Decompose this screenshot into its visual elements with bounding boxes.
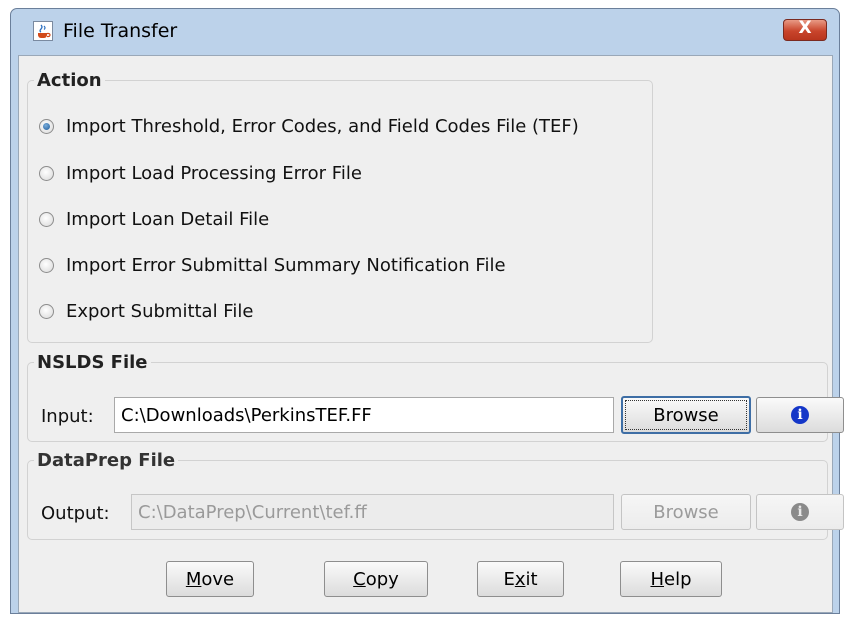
input-label: Input: xyxy=(41,406,94,427)
exit-mnemonic: x xyxy=(514,568,526,590)
nslds-legend: NSLDS File xyxy=(37,352,148,373)
title-bar[interactable]: File Transfer X xyxy=(11,9,839,54)
radio-import-tef[interactable]: Import Threshold, Error Codes, and Field… xyxy=(39,113,579,139)
dataprep-info-button[interactable]: i xyxy=(756,494,844,530)
copy-label-rest: opy xyxy=(365,568,399,590)
close-icon: X xyxy=(798,18,812,38)
move-label-rest: ove xyxy=(201,568,235,590)
help-button[interactable]: Help xyxy=(620,561,722,597)
radio-label: Import Load Processing Error File xyxy=(66,162,362,184)
file-transfer-window: File Transfer X Action Import Threshold,… xyxy=(10,8,844,614)
radio-button-icon[interactable] xyxy=(39,211,54,227)
exit-label-pre: E xyxy=(503,568,515,590)
move-mnemonic: M xyxy=(185,568,202,590)
exit-button[interactable]: Ex it xyxy=(477,561,564,597)
radio-export-submittal[interactable]: Export Submittal File xyxy=(39,298,253,324)
radio-import-loan-detail[interactable]: Import Loan Detail File xyxy=(39,206,269,232)
move-button[interactable]: Move xyxy=(166,561,254,597)
info-icon: i xyxy=(791,503,809,521)
nslds-input-field[interactable] xyxy=(114,397,614,433)
nslds-browse-button[interactable]: Browse xyxy=(621,396,751,434)
exit-label-post: it xyxy=(525,568,538,590)
radio-label: Import Loan Detail File xyxy=(66,208,270,230)
radio-label: Import Error Submittal Summary Notificat… xyxy=(66,254,506,276)
copy-button[interactable]: Copy xyxy=(324,561,428,597)
radio-button-selected-icon[interactable] xyxy=(39,118,54,134)
info-icon: i xyxy=(791,406,809,424)
radio-button-icon[interactable] xyxy=(39,257,54,273)
dialog-content: Action Import Threshold, Error Codes, an… xyxy=(18,55,844,613)
help-mnemonic: H xyxy=(650,568,665,590)
radio-label: Import Threshold, Error Codes, and Field… xyxy=(66,115,579,137)
radio-label: Export Submittal File xyxy=(66,300,254,322)
help-label-rest: elp xyxy=(664,568,692,590)
radio-import-load-processing-error[interactable]: Import Load Processing Error File xyxy=(39,160,362,186)
radio-button-icon[interactable] xyxy=(39,303,54,319)
close-button[interactable]: X xyxy=(783,18,827,41)
action-legend: Action xyxy=(37,70,102,91)
window-title: File Transfer xyxy=(63,20,178,42)
output-label: Output: xyxy=(41,503,110,524)
radio-import-error-submittal-summary[interactable]: Import Error Submittal Summary Notificat… xyxy=(39,252,506,278)
dataprep-browse-button[interactable]: Browse xyxy=(621,494,751,530)
dataprep-legend: DataPrep File xyxy=(37,450,176,471)
dataprep-output-field[interactable] xyxy=(131,494,614,530)
browse-label: Browse xyxy=(653,404,719,426)
java-cup-icon xyxy=(33,21,53,41)
radio-button-icon[interactable] xyxy=(39,165,54,181)
nslds-info-button[interactable]: i xyxy=(756,397,844,433)
copy-mnemonic: C xyxy=(353,568,366,590)
browse-label: Browse xyxy=(653,501,719,523)
